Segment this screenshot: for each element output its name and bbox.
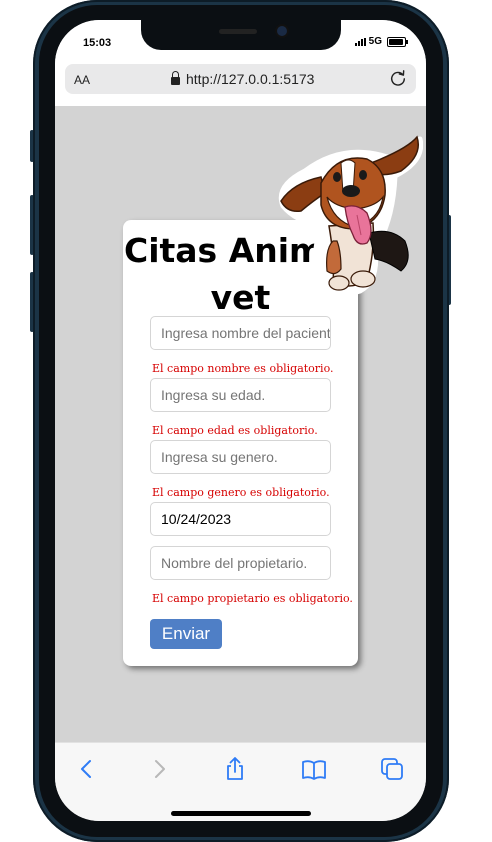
owner-name-input[interactable]: Nombre del propietario. — [150, 546, 331, 580]
device-mockup: 15:03 5G AA http://127.0.0.1:5173 Citas … — [0, 0, 492, 842]
network-label: 5G — [368, 36, 382, 47]
address-bar[interactable]: AA http://127.0.0.1:5173 — [65, 64, 416, 94]
age-input[interactable]: Ingresa su edad. — [150, 378, 331, 412]
gender-placeholder: Ingresa su genero. — [161, 449, 278, 465]
gender-error: El campo genero es obligatorio. — [152, 486, 330, 499]
owner-name-error: El campo propietario es obligatorio. — [152, 592, 353, 605]
patient-name-input[interactable]: Ingresa nombre del paciente — [150, 316, 331, 350]
submit-label: Enviar — [161, 624, 211, 643]
patient-name-placeholder: Ingresa nombre del paciente — [161, 325, 331, 341]
lock-icon — [171, 71, 180, 85]
text-size-button[interactable]: AA — [74, 73, 90, 87]
notch — [141, 20, 341, 50]
cartoon-dog-illustration — [278, 135, 423, 297]
url-text: http://127.0.0.1:5173 — [186, 71, 315, 87]
share-icon[interactable] — [221, 755, 249, 783]
reload-icon[interactable] — [389, 69, 407, 87]
signal-icon — [354, 37, 366, 46]
phone-screen: 15:03 5G AA http://127.0.0.1:5173 Citas … — [55, 20, 426, 821]
owner-name-placeholder: Nombre del propietario. — [161, 555, 308, 571]
browser-toolbar — [55, 742, 426, 821]
url-display[interactable]: http://127.0.0.1:5173 — [171, 71, 314, 87]
battery-icon — [387, 36, 408, 47]
date-value: 10/24/2023 — [161, 511, 232, 527]
home-indicator — [171, 811, 311, 816]
date-input[interactable]: 10/24/2023 — [150, 502, 331, 536]
speaker-grille — [219, 29, 257, 34]
web-page: Citas Animal vet Ingresa nombre del paci… — [55, 106, 426, 742]
status-indicators: 5G — [354, 36, 408, 47]
text-size-label: AA — [74, 73, 91, 87]
gender-input[interactable]: Ingresa su genero. — [150, 440, 331, 474]
front-camera — [277, 26, 287, 36]
age-error: El campo edad es obligatorio. — [152, 424, 318, 437]
status-time: 15:03 — [83, 37, 112, 49]
forward-icon[interactable] — [145, 755, 173, 783]
browser-header: AA http://127.0.0.1:5173 — [55, 64, 426, 106]
submit-button[interactable]: Enviar — [150, 619, 222, 649]
bookmarks-icon[interactable] — [300, 755, 328, 783]
tabs-icon[interactable] — [378, 755, 406, 783]
age-placeholder: Ingresa su edad. — [161, 387, 266, 403]
patient-name-error: El campo nombre es obligatorio. — [152, 362, 334, 375]
back-icon[interactable] — [73, 755, 101, 783]
